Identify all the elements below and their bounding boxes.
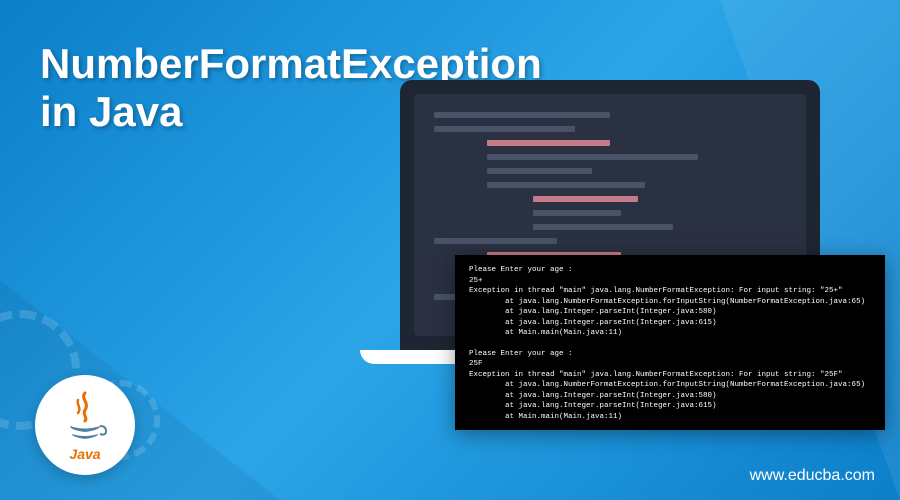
- code-line: [487, 154, 698, 160]
- code-line: [434, 238, 557, 244]
- terminal-input: 25F: [469, 359, 871, 370]
- terminal-trace: at java.lang.Integer.parseInt(Integer.ja…: [469, 391, 871, 402]
- java-logo: Java: [35, 375, 135, 475]
- terminal-output: Please Enter your age : 25+ Exception in…: [455, 255, 885, 430]
- code-line-accent: [533, 196, 639, 202]
- terminal-input: 25+: [469, 276, 871, 287]
- code-line: [487, 168, 593, 174]
- code-line: [434, 112, 610, 118]
- terminal-trace: at java.lang.NumberFormatException.forIn…: [469, 297, 871, 308]
- terminal-prompt: Please Enter your age :: [469, 265, 871, 276]
- terminal-trace: at java.lang.NumberFormatException.forIn…: [469, 380, 871, 391]
- terminal-trace: at java.lang.Integer.parseInt(Integer.ja…: [469, 307, 871, 318]
- terminal-block-1: Please Enter your age : 25+ Exception in…: [469, 265, 871, 339]
- title-line-2: in Java: [40, 88, 182, 135]
- code-line: [533, 210, 621, 216]
- website-url: www.educba.com: [750, 467, 875, 485]
- java-logo-text: Java: [69, 446, 100, 462]
- terminal-trace: at Main.main(Main.java:11): [469, 412, 871, 423]
- terminal-prompt: Please Enter your age :: [469, 349, 871, 360]
- terminal-exception: Exception in thread "main" java.lang.Num…: [469, 370, 871, 381]
- terminal-trace: at java.lang.Integer.parseInt(Integer.ja…: [469, 401, 871, 412]
- code-line-accent: [487, 140, 610, 146]
- terminal-trace: at Main.main(Main.java:11): [469, 328, 871, 339]
- code-line: [434, 126, 575, 132]
- java-cup-icon: [60, 388, 110, 448]
- code-line: [487, 182, 645, 188]
- terminal-exception: Exception in thread "main" java.lang.Num…: [469, 286, 871, 297]
- terminal-block-2: Please Enter your age : 25F Exception in…: [469, 349, 871, 423]
- code-line: [533, 224, 674, 230]
- terminal-trace: at java.lang.Integer.parseInt(Integer.ja…: [469, 318, 871, 329]
